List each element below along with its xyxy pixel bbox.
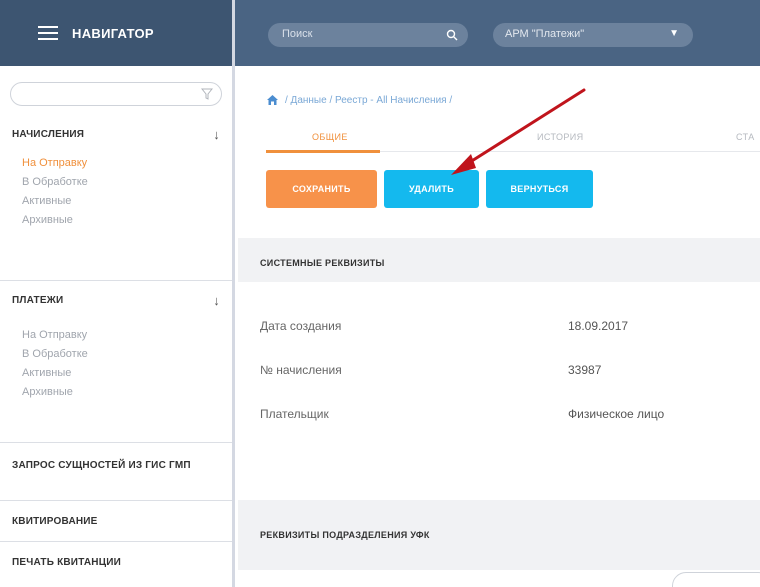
tab-active-indicator [266, 150, 380, 153]
sidebar-section-accruals: НАЧИСЛЕНИЯ ↓ На Отправку В Обработке Акт… [0, 127, 232, 230]
ufk-section-title: РЕКВИЗИТЫ ПОДРАЗДЕЛЕНИЯ УФК [260, 530, 430, 540]
divider [0, 541, 232, 542]
ufk-field-input[interactable] [672, 572, 760, 587]
section-title-payments-label: ПЛАТЕЖИ [12, 295, 64, 306]
sidebar-item-accruals-active[interactable]: Активные [0, 192, 232, 211]
created-date-label: Дата создания [260, 319, 342, 333]
search-placeholder: Поиск [282, 28, 313, 40]
payer-value: Физическое лицо [568, 407, 665, 421]
app-window: НАВИГАТОР НАЧИСЛЕНИЯ ↓ На Отправку В Обр… [0, 0, 760, 587]
sidebar-header: НАВИГАТОР [0, 0, 232, 66]
sidebar-item-accruals-archive[interactable]: Архивные [0, 211, 232, 230]
sidebar-item-payments-to-send[interactable]: На Отправку [0, 326, 232, 345]
accrual-number-value: 33987 [568, 363, 602, 377]
created-date-value: 18.09.2017 [568, 319, 629, 333]
home-icon[interactable] [266, 94, 279, 106]
payer-label: Плательщик [260, 407, 329, 421]
divider [0, 442, 232, 443]
hamburger-menu-icon[interactable] [38, 26, 58, 40]
divider [0, 280, 232, 281]
arm-select-value: АРМ "Платежи" [505, 28, 585, 40]
sidebar-link-gis-query[interactable]: ЗАПРОС СУЩНОСТЕЙ ИЗ ГИС ГМП [12, 460, 202, 472]
sidebar-item-accruals-to-send[interactable]: На Отправку [0, 154, 232, 173]
section-title-accruals-label: НАЧИСЛЕНИЯ [12, 129, 85, 140]
sidebar-item-payments-active[interactable]: Активные [0, 364, 232, 383]
back-button[interactable]: ВЕРНУТЬСЯ [486, 170, 593, 208]
sidebar-link-print-receipt[interactable]: ПЕЧАТЬ КВИТАНЦИИ [12, 557, 121, 569]
system-section-title: СИСТЕМНЫЕ РЕКВИЗИТЫ [260, 258, 385, 268]
section-title-payments[interactable]: ПЛАТЕЖИ ↓ [0, 293, 232, 308]
sidebar-section-payments: ПЛАТЕЖИ ↓ На Отправку В Обработке Активн… [0, 293, 232, 402]
sidebar-link-reconciliation[interactable]: КВИТИРОВАНИЕ [12, 516, 98, 528]
breadcrumb: / Данные / Реестр - All Начисления / [266, 94, 452, 106]
tab-general[interactable]: ОБЩИЕ [312, 132, 348, 142]
filter-icon [201, 88, 213, 100]
main-content: / Данные / Реестр - All Начисления / ОБЩ… [238, 66, 760, 587]
sidebar-item-payments-processing[interactable]: В Обработке [0, 345, 232, 364]
sidebar-item-payments-archive[interactable]: Архивные [0, 383, 232, 402]
arrow-down-icon[interactable]: ↓ [213, 127, 220, 142]
sidebar: НАВИГАТОР НАЧИСЛЕНИЯ ↓ На Отправку В Обр… [0, 0, 235, 587]
tab-history[interactable]: ИСТОРИЯ [537, 132, 584, 142]
search-icon[interactable] [446, 29, 458, 41]
sidebar-title: НАВИГАТОР [72, 25, 154, 41]
arrow-down-icon[interactable]: ↓ [213, 293, 220, 308]
arm-select[interactable]: АРМ "Платежи" ▼ [493, 23, 693, 47]
save-button[interactable]: СОХРАНИТЬ [266, 170, 377, 208]
breadcrumb-path[interactable]: / Данные / Реестр - All Начисления / [285, 95, 452, 106]
tab-status[interactable]: СТА [736, 132, 755, 142]
sidebar-filter-input[interactable] [10, 82, 222, 106]
ufk-section-header: РЕКВИЗИТЫ ПОДРАЗДЕЛЕНИЯ УФК [238, 500, 760, 570]
top-bar: Поиск АРМ "Платежи" ▼ [235, 0, 760, 66]
chevron-down-icon: ▼ [669, 28, 679, 39]
sidebar-item-accruals-processing[interactable]: В Обработке [0, 173, 232, 192]
delete-button[interactable]: УДАЛИТЬ [384, 170, 479, 208]
search-input[interactable]: Поиск [268, 23, 468, 47]
divider [0, 500, 232, 501]
system-section-header: СИСТЕМНЫЕ РЕКВИЗИТЫ [238, 238, 760, 282]
accrual-number-label: № начисления [260, 363, 342, 377]
section-title-accruals[interactable]: НАЧИСЛЕНИЯ ↓ [0, 127, 232, 142]
